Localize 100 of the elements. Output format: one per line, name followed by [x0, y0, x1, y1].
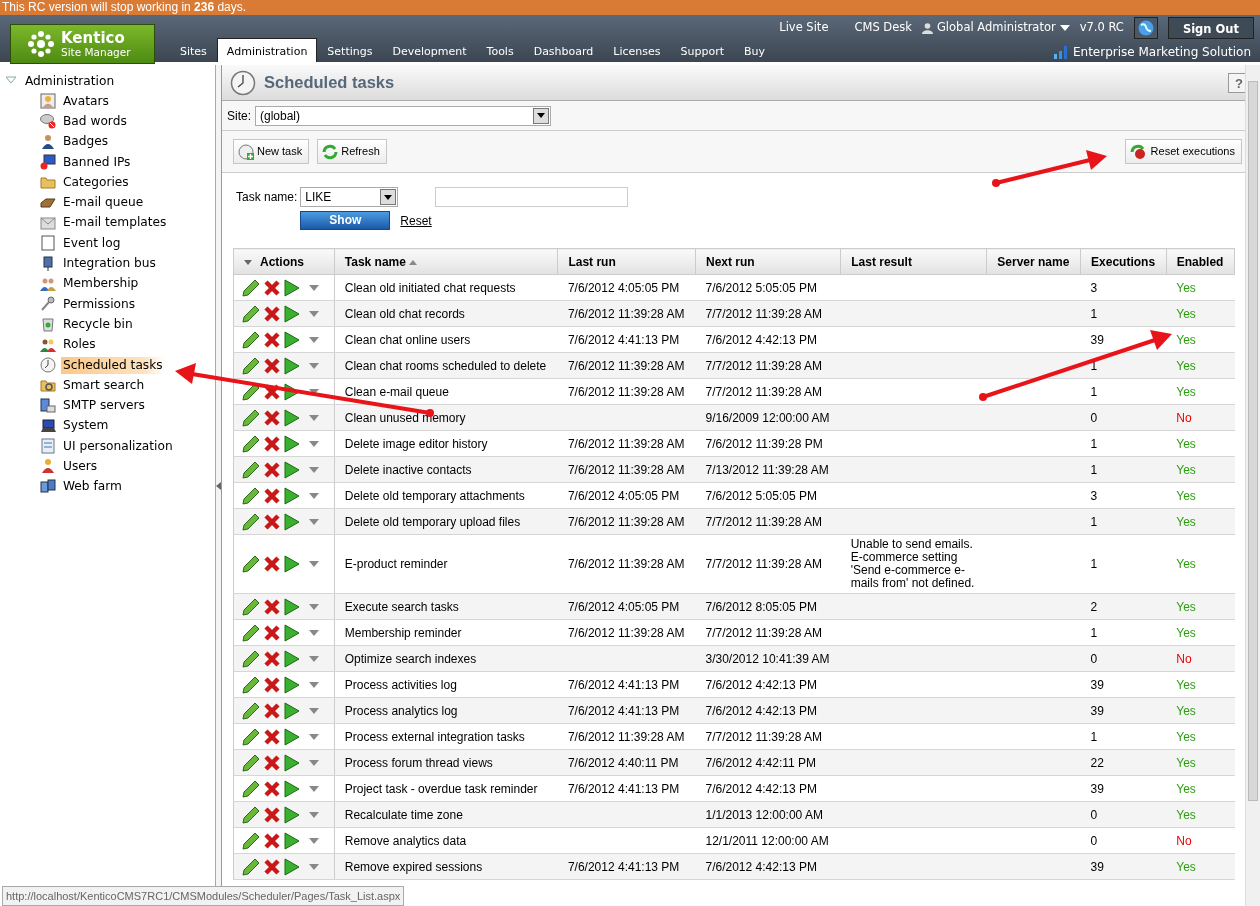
sidebar-item[interactable]: Bad words [61, 112, 129, 130]
show-button[interactable]: Show [300, 211, 391, 230]
edit-icon[interactable] [242, 779, 260, 798]
delete-icon[interactable] [263, 512, 281, 531]
scrollbar-thumb[interactable] [1248, 81, 1258, 801]
delete-icon[interactable] [263, 330, 281, 349]
sign-out-button[interactable]: Sign Out [1167, 17, 1254, 39]
delete-icon[interactable] [263, 857, 281, 876]
edit-icon[interactable] [242, 675, 260, 694]
delete-icon[interactable] [263, 356, 281, 375]
sidebar-item[interactable]: System [61, 417, 111, 435]
reset-link[interactable]: Reset [400, 211, 432, 230]
play-icon[interactable] [284, 727, 300, 746]
delete-icon[interactable] [263, 434, 281, 453]
sidebar-item[interactable]: Scheduled tasks [61, 356, 165, 374]
site-dropdown[interactable]: (global) [255, 105, 551, 126]
sidebar-item[interactable]: Smart search [61, 376, 147, 394]
toolbar-button[interactable]: Refresh [317, 139, 387, 164]
operator-dropdown[interactable]: LIKE [300, 187, 399, 207]
delete-icon[interactable] [263, 597, 281, 616]
delete-icon[interactable] [263, 675, 281, 694]
language-button[interactable] [1133, 17, 1158, 39]
edit-icon[interactable] [242, 486, 260, 505]
sidebar-item[interactable]: Integration bus [61, 255, 158, 272]
play-icon[interactable] [284, 486, 300, 505]
sidebar-item[interactable]: E-mail queue [61, 194, 146, 212]
sidebar-item[interactable]: E-mail templates [61, 214, 169, 232]
column-header[interactable]: Enabled [1166, 248, 1235, 275]
delete-icon[interactable] [263, 382, 281, 401]
sidebar-item[interactable]: Permissions [61, 295, 138, 313]
delete-icon[interactable] [263, 753, 281, 772]
delete-icon[interactable] [263, 304, 281, 323]
delete-icon[interactable] [263, 555, 281, 573]
sidebar-item[interactable]: SMTP servers [61, 397, 147, 415]
edit-icon[interactable] [242, 805, 260, 824]
column-header[interactable]: Executions [1080, 248, 1167, 275]
nav-tab[interactable]: Dashboard [523, 38, 604, 62]
scrollbar[interactable] [1245, 65, 1260, 906]
edit-icon[interactable] [242, 512, 260, 531]
delete-icon[interactable] [263, 649, 281, 668]
header-link[interactable]: CMS Desk [854, 19, 912, 37]
play-icon[interactable] [284, 434, 300, 453]
help-button[interactable]: ? [1228, 72, 1248, 93]
edit-icon[interactable] [242, 278, 260, 297]
nav-tab[interactable]: Administration [216, 38, 318, 62]
delete-icon[interactable] [263, 408, 281, 427]
tree-root[interactable]: Administration [25, 71, 115, 91]
logo[interactable]: Kentico Site Manager [10, 24, 155, 64]
play-icon[interactable] [284, 701, 300, 720]
play-icon[interactable] [284, 555, 300, 573]
delete-icon[interactable] [263, 779, 281, 798]
column-header[interactable]: Task name [334, 248, 558, 275]
delete-icon[interactable] [263, 701, 281, 720]
edit-icon[interactable] [242, 304, 260, 323]
play-icon[interactable] [284, 382, 300, 401]
delete-icon[interactable] [263, 486, 281, 505]
nav-tab[interactable]: Tools [476, 38, 524, 62]
edit-icon[interactable] [242, 831, 260, 850]
play-icon[interactable] [284, 597, 300, 616]
delete-icon[interactable] [263, 460, 281, 479]
edit-icon[interactable] [242, 460, 260, 479]
column-header[interactable]: Server name [986, 248, 1081, 275]
sidebar-item[interactable]: Membership [61, 275, 141, 293]
task-name-field[interactable] [434, 187, 628, 207]
nav-tab[interactable]: Buy [734, 38, 776, 62]
edit-icon[interactable] [242, 434, 260, 453]
edit-icon[interactable] [242, 408, 260, 427]
play-icon[interactable] [284, 857, 300, 876]
play-icon[interactable] [284, 460, 300, 479]
edit-icon[interactable] [242, 330, 260, 349]
column-header[interactable]: Actions [233, 248, 335, 275]
edit-icon[interactable] [242, 555, 260, 573]
sidebar-item[interactable]: Event log [61, 234, 123, 252]
delete-icon[interactable] [263, 727, 281, 746]
sidebar-item[interactable]: Roles [61, 336, 98, 354]
edit-icon[interactable] [242, 623, 260, 642]
edit-icon[interactable] [242, 857, 260, 876]
toolbar-button[interactable]: New task [233, 139, 310, 164]
edit-icon[interactable] [242, 356, 260, 375]
edit-icon[interactable] [242, 701, 260, 720]
edit-icon[interactable] [242, 727, 260, 746]
sidebar-item[interactable]: Web farm [61, 478, 124, 496]
column-header[interactable]: Last result [840, 248, 987, 275]
sidebar-item[interactable]: Recycle bin [61, 315, 135, 333]
play-icon[interactable] [284, 805, 300, 824]
delete-icon[interactable] [263, 805, 281, 824]
reset-executions-button[interactable]: Reset executions [1124, 139, 1242, 164]
play-icon[interactable] [284, 753, 300, 772]
sidebar-item[interactable]: Banned IPs [61, 153, 133, 171]
nav-tab[interactable]: Licenses [603, 38, 671, 62]
delete-icon[interactable] [263, 623, 281, 642]
nav-tab[interactable]: Sites [170, 38, 217, 62]
play-icon[interactable] [284, 779, 300, 798]
column-header[interactable]: Last run [557, 248, 696, 275]
header-link[interactable]: Live Site [779, 19, 829, 37]
play-icon[interactable] [284, 675, 300, 694]
nav-tab[interactable]: Support [670, 38, 735, 62]
sidebar-item[interactable]: Avatars [61, 92, 111, 110]
sidebar-item[interactable]: UI personalization [61, 437, 175, 455]
play-icon[interactable] [284, 512, 300, 531]
